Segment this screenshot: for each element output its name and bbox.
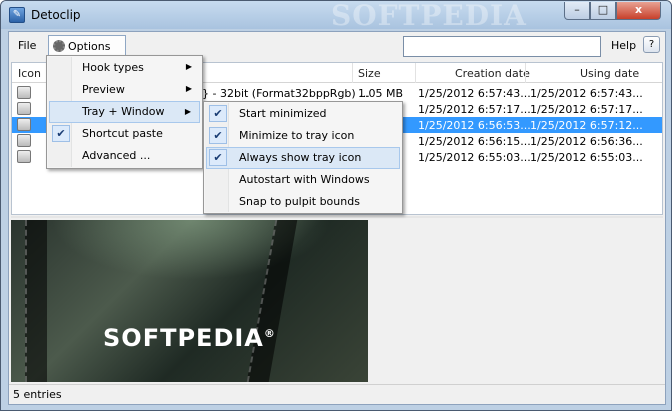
gear-icon bbox=[53, 40, 65, 52]
column-using-date[interactable]: Using date bbox=[580, 67, 639, 80]
help-button[interactable]: ? bbox=[643, 36, 660, 53]
clip-text-icon bbox=[17, 150, 31, 163]
menu-item-shortcut-paste[interactable]: ✔ Shortcut paste bbox=[49, 123, 200, 145]
menu-item-tray-window[interactable]: Tray + Window ▶ bbox=[49, 101, 200, 123]
search-input[interactable] bbox=[403, 36, 601, 57]
preview-image: SOFTPEDIA® bbox=[11, 220, 368, 382]
menu-file[interactable]: File bbox=[15, 38, 39, 53]
watermark: SOFTPEDIA bbox=[331, 0, 527, 32]
checkmark-icon: ✔ bbox=[209, 105, 227, 122]
checkmark-icon: ✔ bbox=[209, 149, 227, 166]
menu-item-snap-to-pulpit[interactable]: Snap to pulpit bounds bbox=[206, 191, 400, 213]
status-bar: 5 entries bbox=[9, 384, 665, 404]
menu-options[interactable]: Options bbox=[48, 35, 126, 57]
app-icon[interactable]: ✎ bbox=[9, 7, 25, 23]
minimize-button[interactable]: – bbox=[564, 2, 590, 20]
options-menu: Hook types ▶ Preview ▶ Tray + Window ▶ ✔ Sho… bbox=[46, 55, 203, 169]
menu-item-start-minimized[interactable]: ✔ Start minimized bbox=[206, 103, 400, 125]
title-bar[interactable]: ✎ Detoclip SOFTPEDIA – □ x bbox=[1, 0, 671, 32]
close-button[interactable]: x bbox=[616, 2, 661, 20]
window-title: Detoclip bbox=[31, 8, 81, 22]
entry-count: 5 entries bbox=[13, 388, 62, 401]
submenu-arrow-icon: ▶ bbox=[184, 107, 191, 116]
menu-item-always-show-tray-icon[interactable]: ✔ Always show tray icon bbox=[206, 147, 400, 169]
splitter[interactable] bbox=[11, 216, 663, 218]
clip-image-icon bbox=[17, 118, 31, 131]
menu-item-hook-types[interactable]: Hook types ▶ bbox=[49, 57, 200, 79]
clip-image-icon bbox=[17, 86, 31, 99]
maximize-button[interactable]: □ bbox=[590, 2, 616, 20]
menu-item-minimize-to-tray[interactable]: ✔ Minimize to tray icon bbox=[206, 125, 400, 147]
submenu-arrow-icon: ▶ bbox=[185, 84, 192, 93]
menu-options-label: Options bbox=[68, 40, 111, 53]
menu-item-preview[interactable]: Preview ▶ bbox=[49, 79, 200, 101]
menu-help[interactable]: Help bbox=[611, 39, 636, 52]
clip-text-icon bbox=[17, 134, 31, 147]
checkmark-icon: ✔ bbox=[209, 127, 227, 144]
preview-logo: SOFTPEDIA® bbox=[103, 324, 276, 352]
column-icon[interactable]: Icon bbox=[18, 67, 41, 80]
column-creation-date[interactable]: Creation date bbox=[455, 67, 530, 80]
tray-window-submenu: ✔ Start minimized ✔ Minimize to tray icon … bbox=[203, 101, 403, 214]
submenu-arrow-icon: ▶ bbox=[185, 62, 192, 71]
clip-text-icon bbox=[17, 102, 31, 115]
column-size[interactable]: Size bbox=[358, 67, 381, 80]
menu-item-autostart[interactable]: Autostart with Windows bbox=[206, 169, 400, 191]
menu-item-advanced[interactable]: Advanced ... bbox=[49, 145, 200, 167]
checkmark-icon: ✔ bbox=[52, 125, 70, 142]
